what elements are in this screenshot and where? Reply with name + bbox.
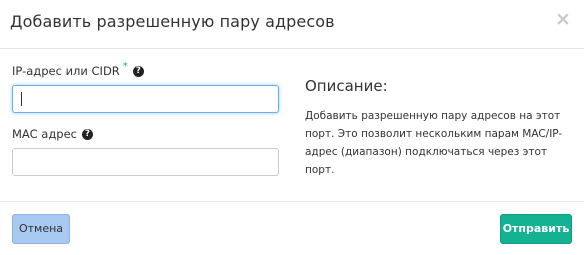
question-circle-icon[interactable]: ?: [81, 128, 93, 140]
mac-address-label: MAC адрес ?: [12, 127, 93, 141]
dialog-header: Добавить разрешенную пару адресов ×: [0, 0, 584, 49]
description-text: Добавить разрешенную пару адресов на это…: [305, 110, 563, 176]
cancel-button[interactable]: Отмена: [12, 214, 70, 244]
add-allowed-address-pair-dialog: Добавить разрешенную пару адресов × IP-а…: [0, 0, 584, 255]
question-circle-icon[interactable]: ?: [132, 65, 144, 77]
ip-address-label-text: IP-адрес или CIDR: [12, 64, 120, 78]
dialog-footer: Отмена Отправить: [0, 201, 584, 255]
close-button[interactable]: ×: [554, 8, 572, 30]
dialog-title: Добавить разрешенную пару адресов: [10, 12, 335, 31]
ip-address-label: IP-адрес или CIDR * ?: [12, 60, 144, 78]
mac-address-label-text: MAC адрес: [12, 127, 77, 141]
ip-address-input[interactable]: [12, 85, 279, 113]
required-indicator: *: [122, 60, 128, 72]
close-icon: ×: [555, 8, 571, 30]
submit-button[interactable]: Отправить: [500, 214, 572, 244]
mac-address-input[interactable]: [12, 148, 279, 176]
description-title: Описание:: [305, 77, 388, 95]
text-cursor: [21, 92, 22, 106]
